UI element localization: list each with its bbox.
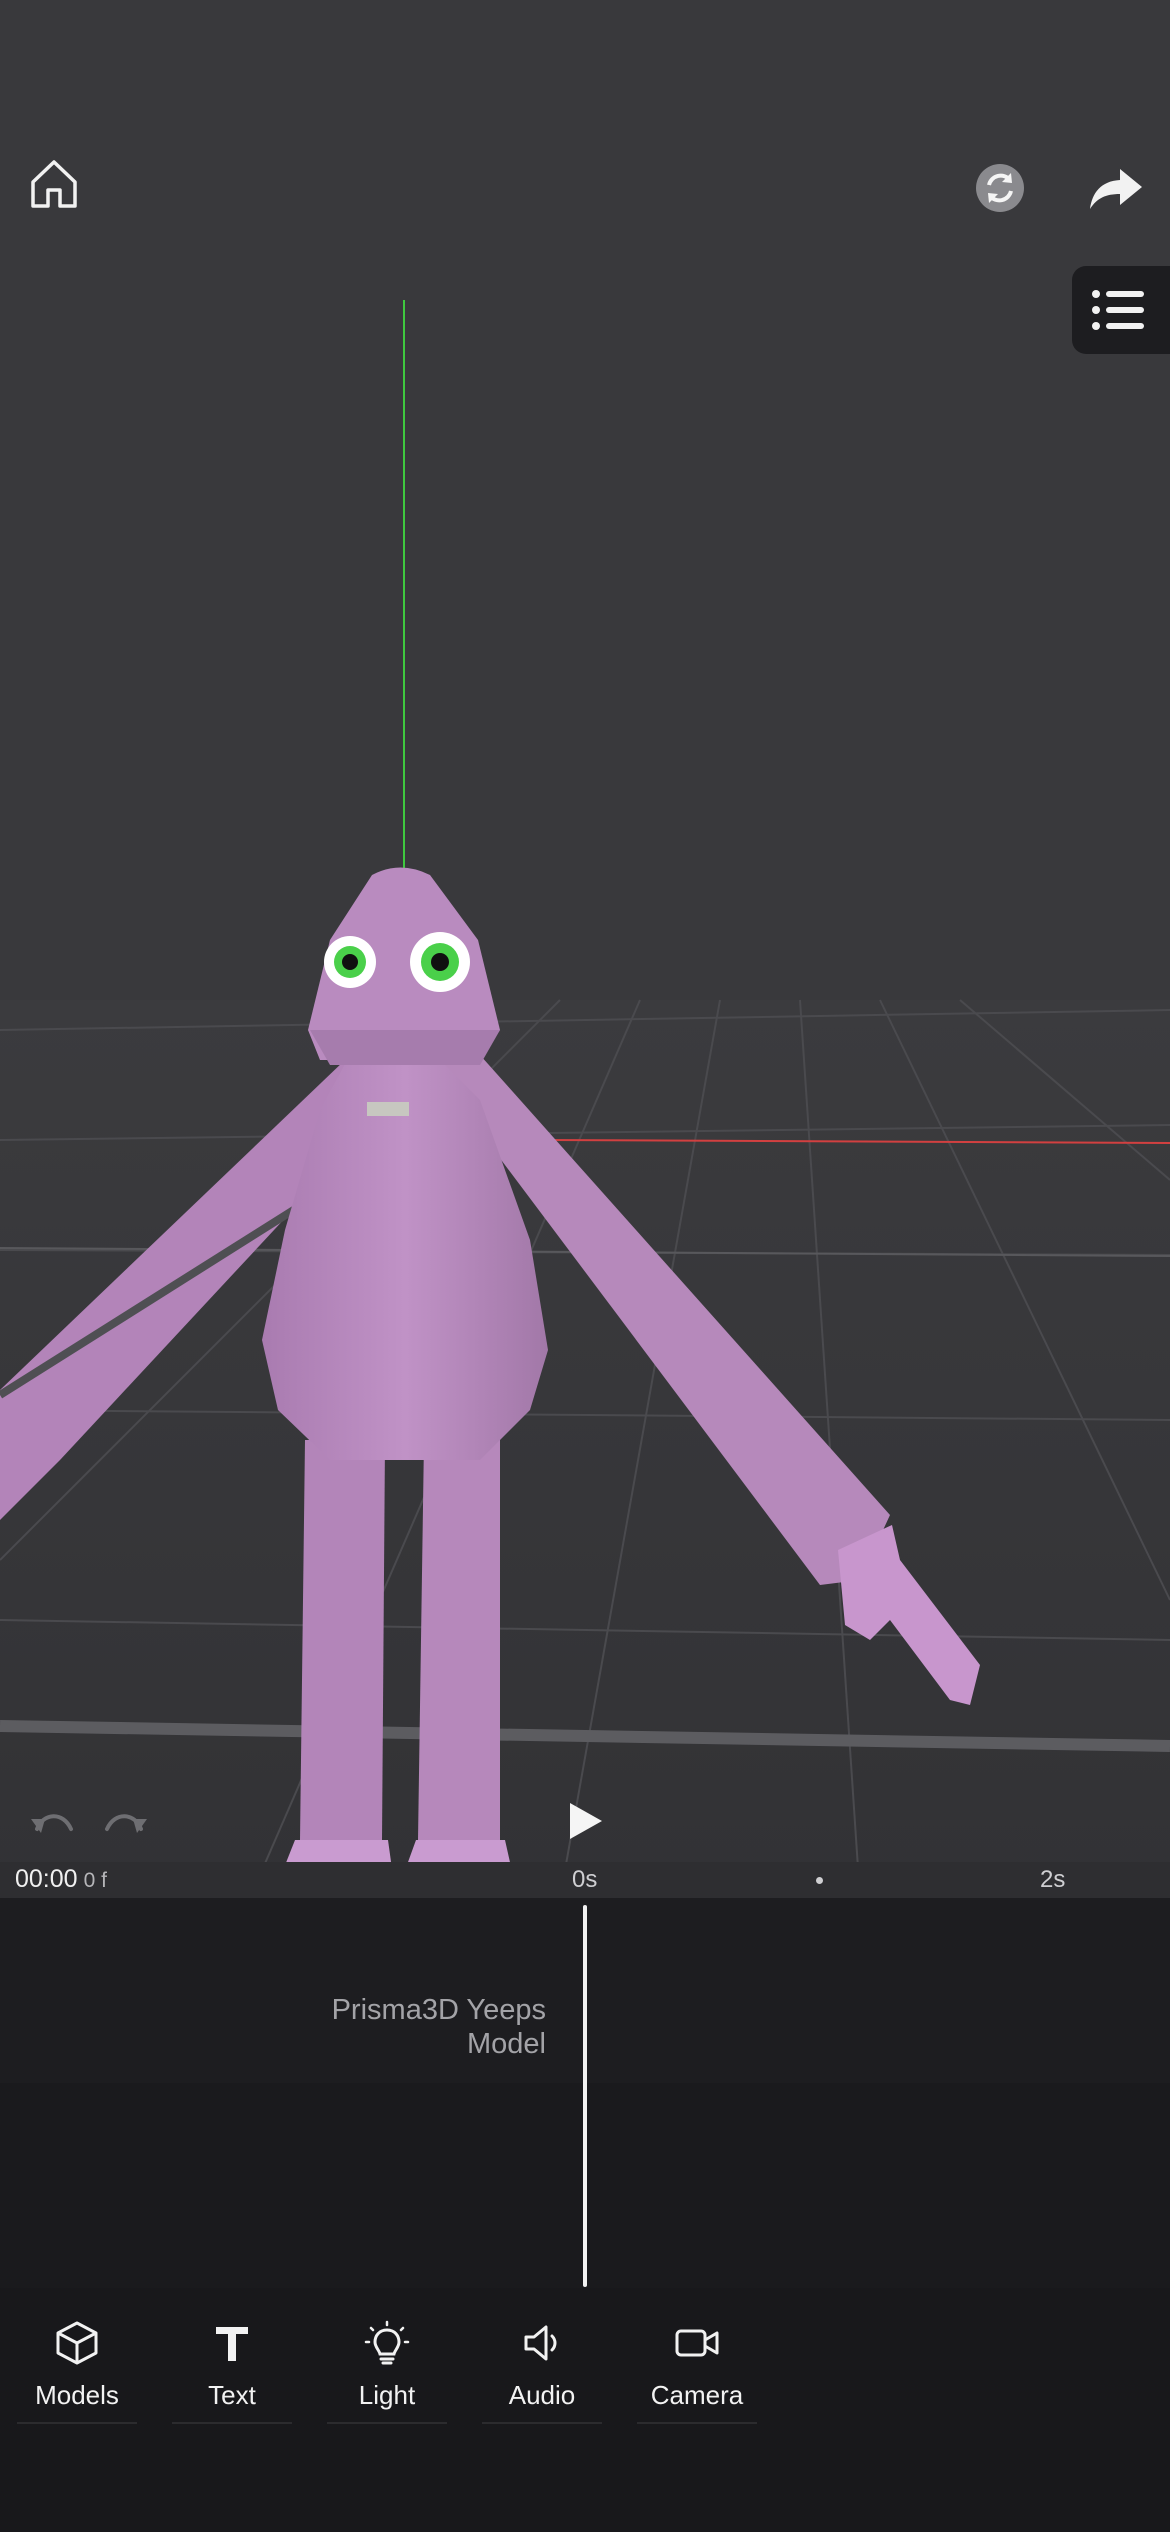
tick-marker [816, 1877, 823, 1884]
track-label: Prisma3D Yeeps Model [250, 1993, 546, 2061]
share-arrow-icon [1090, 169, 1142, 209]
speaker-icon [524, 2325, 557, 2361]
play-button[interactable] [562, 1796, 610, 1846]
tick-label-0s: 0s [572, 1866, 598, 1893]
tick-label-2s: 2s [1040, 1866, 1066, 1893]
undo-button[interactable] [26, 1800, 78, 1844]
current-frame: 0 f [83, 1869, 107, 1892]
current-time: 00:00 [15, 1865, 78, 1893]
nav-light-label: Light [358, 2380, 416, 2410]
play-icon [570, 1803, 602, 1839]
nav-camera[interactable]: Camera [637, 2310, 757, 2430]
home-button[interactable] [22, 152, 86, 216]
playhead[interactable] [583, 1905, 587, 2287]
layers-list-button[interactable] [1072, 266, 1170, 354]
sync-icon [976, 164, 1024, 212]
redo-button[interactable] [100, 1800, 152, 1844]
nav-audio-label: Audio [508, 2380, 576, 2410]
nav-camera-label: Camera [650, 2380, 744, 2410]
nav-light[interactable]: Light [327, 2310, 447, 2430]
nav-text[interactable]: Text [172, 2310, 292, 2430]
home-icon [31, 160, 77, 208]
3d-viewport[interactable] [0, 0, 1170, 1898]
cube-icon [56, 2321, 98, 2365]
nav-underline [637, 2422, 757, 2424]
nav-underline [17, 2422, 137, 2424]
nav-underline [327, 2422, 447, 2424]
nav-underline [482, 2422, 602, 2424]
nav-audio[interactable]: Audio [482, 2310, 602, 2430]
track-label-line1: Prisma3D Yeeps [331, 1994, 546, 2026]
nav-underline [172, 2422, 292, 2424]
lightbulb-icon [364, 2320, 410, 2365]
nav-models-label: Models [35, 2380, 119, 2410]
nav-text-label: Text [208, 2380, 256, 2410]
share-button[interactable] [1084, 156, 1148, 220]
scene-render [0, 300, 1170, 1898]
redo-icon [105, 1814, 147, 1833]
nav-models[interactable]: Models [17, 2310, 137, 2430]
list-icon [1092, 290, 1144, 330]
track-label-line2: Model [467, 2028, 546, 2060]
undo-icon [31, 1814, 73, 1833]
current-time-readout: 00:00 0 f [15, 1865, 107, 1894]
text-icon [216, 2327, 248, 2361]
video-camera-icon [675, 2329, 719, 2357]
sync-button[interactable] [972, 160, 1028, 216]
